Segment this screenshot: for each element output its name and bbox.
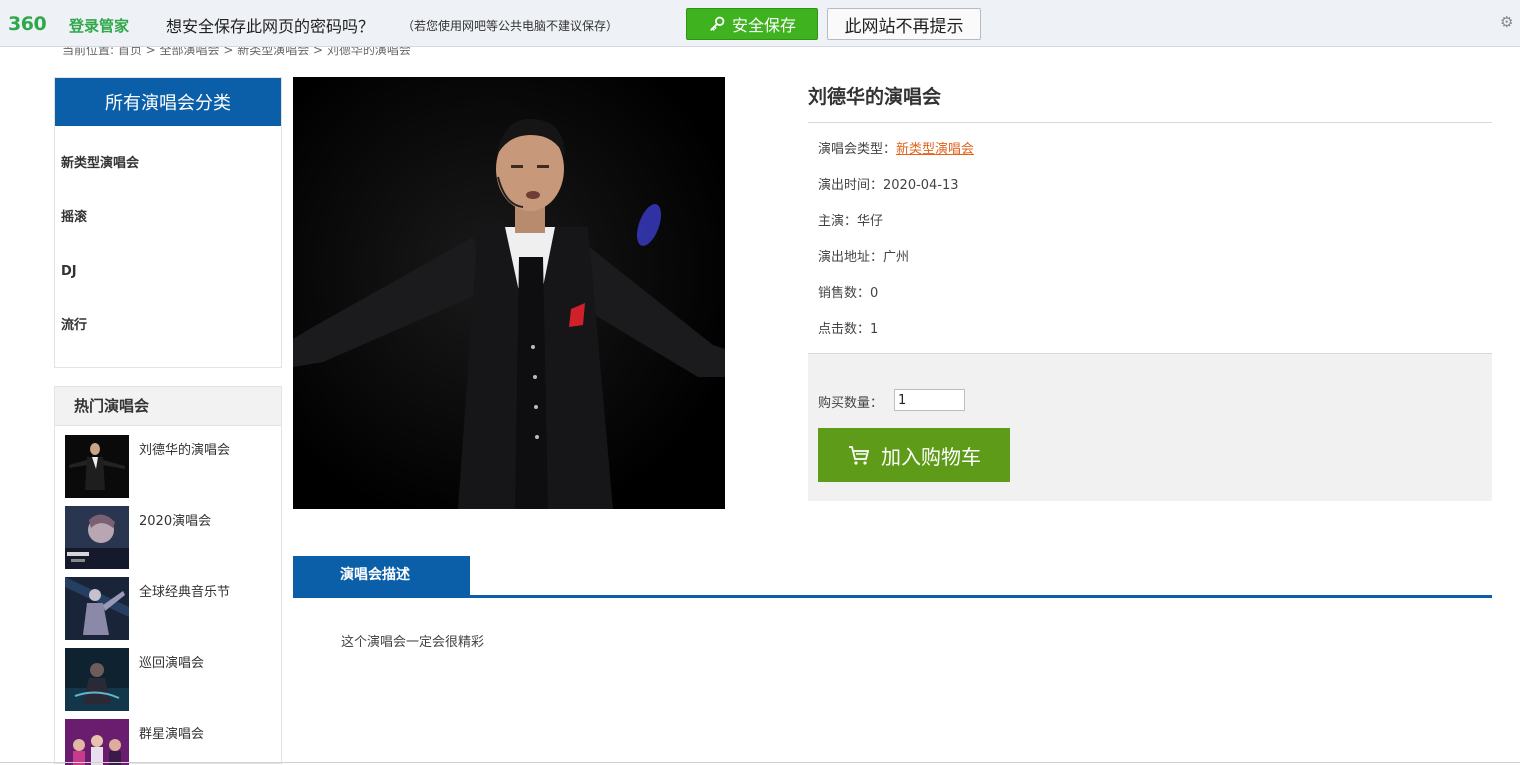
password-save-bar: 360 登录管家 想安全保存此网页的密码吗？ （若您使用网吧等公共电脑不建议保存… [0, 0, 1520, 47]
concert-type-link[interactable]: 新类型演唱会 [896, 142, 974, 157]
add-to-cart-button[interactable]: 加入购物车 [818, 428, 1010, 482]
concert-time: 演出时间：2020-04-13 [818, 178, 959, 193]
safe-save-label: 安全保存 [731, 18, 796, 35]
concert-thumbnail[interactable] [65, 648, 129, 711]
concert-info: 演唱会类型：新类型演唱会 演出时间：2020-04-13 主演：华仔 演出地址：… [818, 141, 974, 357]
concert-thumbnail[interactable] [65, 577, 129, 640]
hot-concert-item[interactable]: 刘德华的演唱会 [55, 435, 281, 506]
hot-concert-name[interactable]: 全球经典音乐节 [139, 581, 230, 600]
hot-concert-item[interactable]: 全球经典音乐节 [55, 577, 281, 648]
concert-thumbnail[interactable] [65, 719, 129, 765]
add-to-cart-label: 加入购物车 [881, 446, 981, 469]
hot-concert-name[interactable]: 刘德华的演唱会 [139, 439, 230, 458]
category-list: 新类型演唱会 摇滚 DJ 流行 [55, 126, 281, 370]
title-divider [808, 122, 1492, 123]
never-remind-button[interactable]: 此网站不再提示 [827, 8, 981, 40]
quantity-label: 购买数量： [818, 396, 884, 411]
key-icon [710, 16, 725, 31]
hot-concert-name[interactable]: 群星演唱会 [139, 723, 204, 742]
page-bottom-divider [0, 762, 1520, 763]
concert-thumbnail[interactable] [65, 435, 129, 498]
category-item-pop[interactable]: 流行 [55, 316, 281, 370]
save-password-note: （若您使用网吧等公共电脑不建议保存） [402, 19, 619, 33]
category-item-rock[interactable]: 摇滚 [55, 208, 281, 262]
concert-main-image [293, 77, 725, 509]
concert-type-label: 演唱会类型： [818, 142, 897, 157]
hot-concerts-title: 热门演唱会 [55, 387, 281, 426]
concert-title: 刘德华的演唱会 [808, 86, 942, 108]
concert-clicks: 点击数：1 [818, 322, 879, 337]
concert-sales: 销售数：0 [818, 286, 879, 301]
hot-concert-item[interactable]: 巡回演唱会 [55, 648, 281, 719]
login-manager-label: 登录管家 [69, 17, 130, 35]
360-logo: 360 [8, 13, 47, 35]
category-panel: 所有演唱会分类 新类型演唱会 摇滚 DJ 流行 [54, 77, 282, 368]
hot-concert-name[interactable]: 巡回演唱会 [139, 652, 204, 671]
hot-concert-item[interactable]: 2020演唱会 [55, 506, 281, 577]
concert-type-row: 演唱会类型：新类型演唱会 [818, 141, 974, 177]
concert-address: 演出地址：广州 [818, 250, 910, 265]
concert-thumbnail[interactable] [65, 506, 129, 569]
quantity-input[interactable] [894, 389, 965, 411]
category-panel-title: 所有演唱会分类 [55, 78, 281, 126]
safe-save-button[interactable]: 安全保存 [686, 8, 818, 40]
category-item-dj[interactable]: DJ [55, 262, 281, 316]
save-password-question: 想安全保存此网页的密码吗？ [166, 17, 375, 36]
gear-icon[interactable]: ⚙ [1500, 14, 1516, 30]
hot-concerts-list: 刘德华的演唱会 2020演唱会 全球经典音乐节 巡回演唱会 群星演唱会 [55, 426, 281, 765]
concert-performer: 主演：华仔 [818, 214, 884, 229]
hot-concert-item[interactable]: 群星演唱会 [55, 719, 281, 765]
description-tab-bar: 演唱会描述 [293, 556, 1492, 598]
concert-description: 这个演唱会一定会很精彩 [341, 635, 485, 650]
purchase-panel: 购买数量： 加入购物车 [808, 353, 1492, 501]
hot-concerts-panel: 热门演唱会 刘德华的演唱会 2020演唱会 全球经典音乐节 巡回演唱会 群星演唱… [54, 386, 282, 765]
hot-concert-name[interactable]: 2020演唱会 [139, 510, 211, 529]
category-item-new-type[interactable]: 新类型演唱会 [55, 154, 281, 208]
tab-description[interactable]: 演唱会描述 [293, 556, 470, 595]
shopping-cart-icon [849, 446, 870, 465]
